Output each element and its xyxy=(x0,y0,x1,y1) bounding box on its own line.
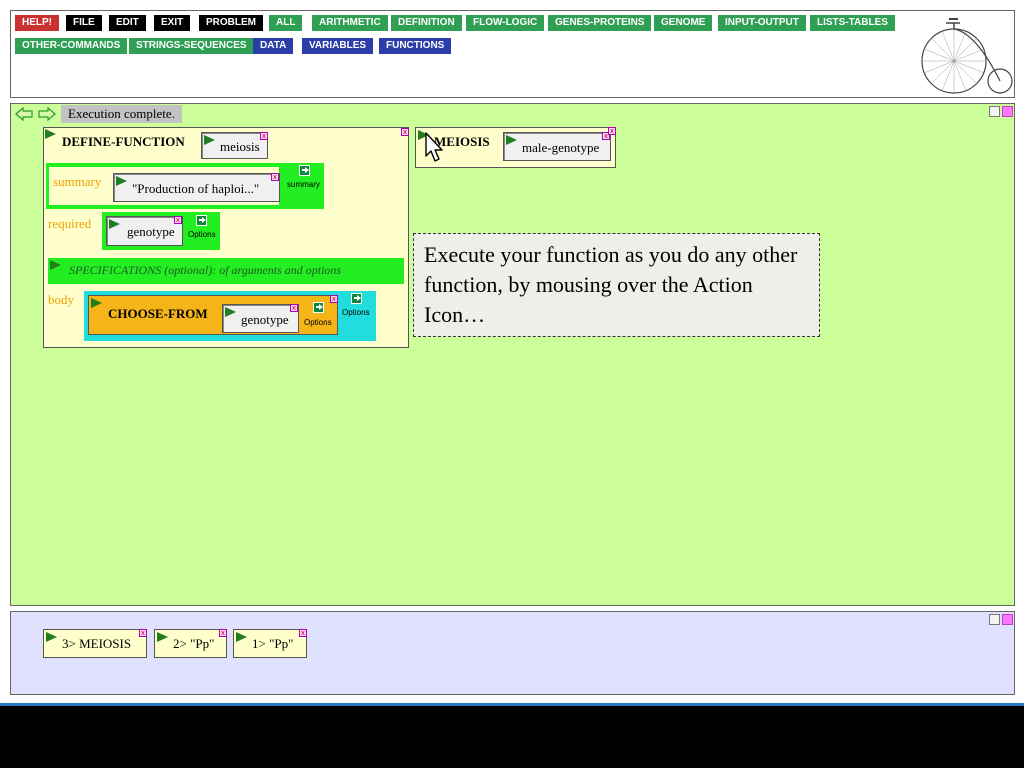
choose-from-options-icon[interactable] xyxy=(313,302,324,313)
close-box-icon[interactable]: x xyxy=(401,128,409,136)
required-options-label[interactable]: Options xyxy=(188,230,216,239)
strings-sequences-category-button[interactable]: STRINGS-SEQUENCES xyxy=(129,38,254,54)
choose-from-options-label[interactable]: Options xyxy=(304,318,332,327)
function-name-value: meiosis xyxy=(220,139,260,154)
history-item-label: 3> MEIOSIS xyxy=(62,636,132,651)
history-panel: x 3> MEIOSIS x 2> "Pp" x 1> "Pp" xyxy=(10,611,1015,695)
summary-label: summary xyxy=(53,174,102,189)
function-name-field[interactable]: x meiosis xyxy=(201,132,268,159)
choose-from-keyword: CHOOSE-FROM xyxy=(108,306,208,321)
close-box-icon[interactable]: x xyxy=(260,132,268,140)
mouse-cursor-icon xyxy=(425,132,443,162)
close-box-icon[interactable]: x xyxy=(299,629,307,637)
help-button[interactable]: HELP! xyxy=(15,15,59,31)
file-menu-button[interactable]: FILE xyxy=(66,15,102,31)
define-function-box[interactable]: x DEFINE-FUNCTION x meiosis summary x "P… xyxy=(43,127,409,348)
specifications-slot[interactable]: SPECIFICATIONS (optional): of arguments … xyxy=(48,258,404,284)
summary-value: "Production of haploi..." xyxy=(132,181,260,196)
action-icon[interactable] xyxy=(157,632,168,642)
history-item[interactable]: x 2> "Pp" xyxy=(154,629,227,658)
problem-menu-button[interactable]: PROBLEM xyxy=(199,15,263,31)
close-box-icon[interactable]: x xyxy=(290,304,298,312)
action-icon[interactable] xyxy=(46,632,57,642)
action-icon[interactable] xyxy=(91,298,102,308)
input-output-category-button[interactable]: INPUT-OUTPUT xyxy=(718,15,806,31)
workspace-panel: Execution complete. x DEFINE-FUNCTION x … xyxy=(10,103,1015,606)
genome-category-button[interactable]: GENOME xyxy=(654,15,713,31)
functions-category-button[interactable]: FUNCTIONS xyxy=(379,38,452,54)
edit-menu-button[interactable]: EDIT xyxy=(109,15,146,31)
body-label: body xyxy=(48,292,74,307)
close-box-icon[interactable]: x xyxy=(330,295,338,303)
summary-value-field[interactable]: x "Production of haploi..." xyxy=(113,173,280,202)
close-box-icon[interactable]: x xyxy=(608,127,616,135)
action-icon[interactable] xyxy=(50,260,61,270)
required-arg-field[interactable]: x genotype xyxy=(106,216,183,246)
close-box-icon[interactable]: x xyxy=(174,216,182,224)
action-icon[interactable] xyxy=(506,135,517,145)
choose-from-box[interactable]: CHOOSE-FROM x genotype Options x xyxy=(88,295,338,335)
history-item[interactable]: x 1> "Pp" xyxy=(233,629,307,658)
history-item[interactable]: x 3> MEIOSIS xyxy=(43,629,147,658)
required-label: required xyxy=(48,216,92,231)
arithmetic-category-button[interactable]: ARITHMETIC xyxy=(312,15,388,31)
all-category-button[interactable]: ALL xyxy=(269,15,303,31)
summary-options-icon[interactable] xyxy=(299,165,310,176)
action-icon[interactable] xyxy=(45,129,56,139)
close-box-icon[interactable]: x xyxy=(139,629,147,637)
genes-proteins-category-button[interactable]: GENES-PROTEINS xyxy=(548,15,652,31)
workspace-restore-icon[interactable] xyxy=(989,106,1000,117)
data-category-button[interactable]: DATA xyxy=(253,38,294,54)
define-function-keyword: DEFINE-FUNCTION xyxy=(62,134,185,149)
history-item-label: 2> "Pp" xyxy=(173,636,215,651)
exit-button[interactable]: EXIT xyxy=(154,15,191,31)
screen-bottom-bar xyxy=(0,706,1024,768)
action-icon[interactable] xyxy=(225,307,236,317)
meiosis-arg-field[interactable]: x male-genotype xyxy=(503,132,611,161)
body-options-label[interactable]: Options xyxy=(342,308,370,317)
definition-category-button[interactable]: DEFINITION xyxy=(391,15,462,31)
lists-tables-category-button[interactable]: LISTS-TABLES xyxy=(810,15,895,31)
required-options-icon[interactable] xyxy=(196,215,207,226)
summary-options-label[interactable]: summary xyxy=(287,180,320,189)
choose-from-arg-field[interactable]: x genotype xyxy=(222,304,299,333)
other-commands-category-button[interactable]: OTHER-COMMANDS xyxy=(15,38,128,54)
action-icon[interactable] xyxy=(236,632,247,642)
status-message: Execution complete. xyxy=(61,105,182,123)
specifications-text: SPECIFICATIONS (optional): of arguments … xyxy=(69,263,342,277)
command-menu-panel: HELP! FILE EDIT EXIT PROBLEM ALL ARITHME… xyxy=(10,10,1015,98)
close-box-icon[interactable]: x xyxy=(219,629,227,637)
action-icon[interactable] xyxy=(116,176,127,186)
choose-from-arg-value: genotype xyxy=(241,312,289,327)
instruction-note: Execute your function as you do any othe… xyxy=(413,233,820,337)
history-item-label: 1> "Pp" xyxy=(252,636,294,651)
variables-category-button[interactable]: VARIABLES xyxy=(302,38,374,54)
forward-arrow-icon[interactable] xyxy=(38,107,56,121)
history-close-icon[interactable] xyxy=(1002,614,1013,625)
action-icon[interactable] xyxy=(204,135,215,145)
action-icon[interactable] xyxy=(109,219,120,229)
workspace-close-icon[interactable] xyxy=(1002,106,1013,117)
close-box-icon[interactable]: x xyxy=(271,173,279,181)
body-options-icon[interactable] xyxy=(351,293,362,304)
back-arrow-icon[interactable] xyxy=(15,107,33,121)
penny-farthing-logo-icon xyxy=(921,18,1013,94)
meiosis-call-box[interactable]: MEIOSIS x male-genotype x xyxy=(415,127,616,168)
required-arg-value: genotype xyxy=(127,224,175,239)
history-restore-icon[interactable] xyxy=(989,614,1000,625)
meiosis-arg-value: male-genotype xyxy=(522,140,600,155)
flow-logic-category-button[interactable]: FLOW-LOGIC xyxy=(466,15,545,31)
